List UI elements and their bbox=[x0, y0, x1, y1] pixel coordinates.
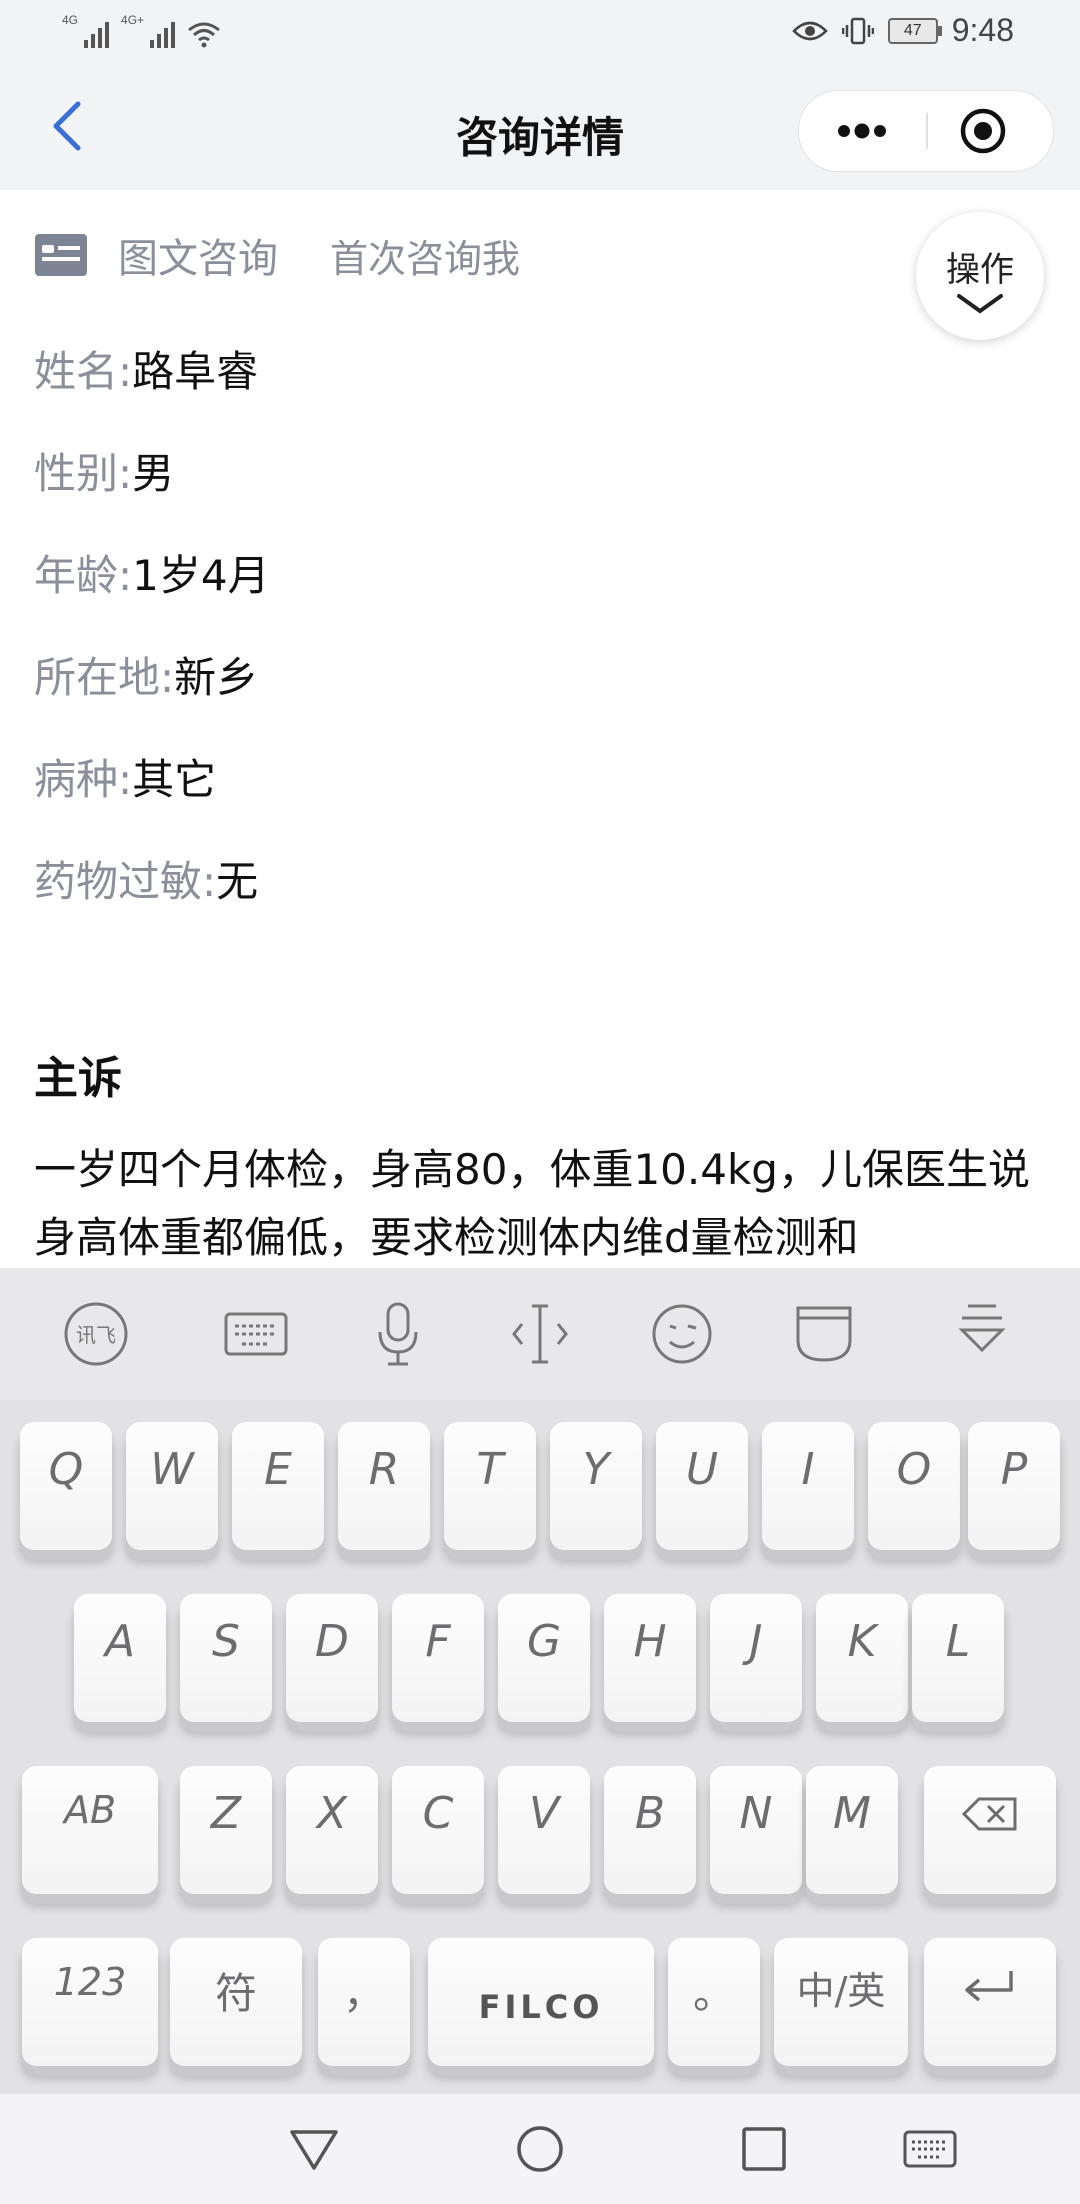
collapse-keyboard-icon[interactable] bbox=[948, 1300, 1016, 1368]
key-q[interactable]: Q bbox=[20, 1422, 112, 1550]
operation-label: 操作 bbox=[946, 249, 1014, 290]
signal-label-1: 4G bbox=[62, 13, 79, 27]
keyboard: Q W E R T Y U I O P A S D F G H J K L AB… bbox=[0, 1400, 1080, 2094]
svg-text:讯飞: 讯飞 bbox=[76, 1323, 116, 1347]
key-n[interactable]: N bbox=[710, 1766, 802, 1894]
key-s[interactable]: S bbox=[180, 1594, 272, 1722]
consult-tags: 图文咨询 首次咨询我 bbox=[34, 226, 520, 284]
age-value: 1岁4月 bbox=[132, 551, 270, 600]
key-k[interactable]: K bbox=[816, 1594, 908, 1722]
location-value: 新乡 bbox=[174, 653, 259, 702]
key-b[interactable]: B bbox=[604, 1766, 696, 1894]
disease-value: 其它 bbox=[132, 755, 217, 804]
status-bar: 4G 4G+ 47 9:48 bbox=[0, 0, 1080, 66]
complaint-text: 一岁四个月体检，身高80，体重10.4kg，儿保医生说身高体重都偏低，要求检测体… bbox=[34, 1145, 1030, 1262]
eye-icon bbox=[791, 21, 828, 40]
key-f[interactable]: F bbox=[392, 1594, 484, 1722]
key-backspace[interactable] bbox=[924, 1766, 1056, 1894]
key-shift-ab[interactable]: AB bbox=[22, 1766, 158, 1894]
key-symbols[interactable]: 符 bbox=[170, 1938, 302, 2066]
signal-indicators: 4G 4G+ bbox=[62, 14, 221, 48]
info-row-gender: 性别:男 bbox=[34, 440, 174, 501]
key-enter[interactable] bbox=[924, 1938, 1056, 2066]
battery-indicator: 47 bbox=[887, 17, 942, 44]
key-r[interactable]: R bbox=[338, 1422, 430, 1550]
key-c[interactable]: C bbox=[392, 1766, 484, 1894]
key-comma[interactable]: ， bbox=[318, 1938, 410, 2066]
nav-bar: 咨询详情 bbox=[0, 66, 1080, 190]
microphone-icon[interactable] bbox=[364, 1300, 432, 1368]
key-period[interactable]: 。 bbox=[668, 1938, 760, 2066]
status-right: 47 9:48 bbox=[791, 12, 1014, 49]
system-nav-bar bbox=[0, 2094, 1080, 2204]
key-language[interactable]: 中/英 bbox=[774, 1938, 908, 2066]
key-o[interactable]: O bbox=[868, 1422, 960, 1550]
key-v[interactable]: V bbox=[498, 1766, 590, 1894]
key-y[interactable]: Y bbox=[550, 1422, 642, 1550]
gender-key: 性别: bbox=[34, 449, 133, 498]
wifi-icon bbox=[188, 22, 220, 48]
signal-label-2: 4G+ bbox=[121, 13, 145, 27]
key-m[interactable]: M bbox=[806, 1766, 898, 1894]
name-key: 姓名: bbox=[34, 347, 133, 396]
key-w[interactable]: W bbox=[126, 1422, 218, 1550]
info-row-allergy: 药物过敏:无 bbox=[34, 848, 258, 909]
operation-button[interactable]: 操作 bbox=[916, 212, 1044, 340]
info-row-age: 年龄:1岁4月 bbox=[34, 542, 270, 603]
key-z[interactable]: Z bbox=[180, 1766, 272, 1894]
cursor-move-icon[interactable] bbox=[506, 1300, 574, 1368]
key-x[interactable]: X bbox=[286, 1766, 378, 1894]
complaint-title: 主诉 bbox=[34, 1053, 122, 1104]
key-a[interactable]: A bbox=[74, 1594, 166, 1722]
key-h[interactable]: H bbox=[604, 1594, 696, 1722]
gender-value: 男 bbox=[132, 449, 175, 498]
id-card-icon bbox=[35, 234, 87, 276]
allergy-value: 无 bbox=[216, 857, 259, 906]
info-row-location: 所在地:新乡 bbox=[34, 644, 258, 705]
backspace-icon bbox=[961, 1797, 1017, 1831]
key-p[interactable]: P bbox=[968, 1422, 1060, 1550]
key-g[interactable]: G bbox=[498, 1594, 590, 1722]
key-i[interactable]: I bbox=[762, 1422, 854, 1550]
consultation-detail: 图文咨询 首次咨询我 操作 姓名:路阜睿 性别:男 年龄:1岁4月 所在地:新乡… bbox=[0, 190, 1080, 1270]
info-row-disease: 病种:其它 bbox=[34, 746, 216, 807]
chevron-down-icon bbox=[957, 293, 1003, 313]
keyboard-toolbar: 讯飞 bbox=[0, 1268, 1080, 1400]
mini-program-capsule bbox=[798, 90, 1054, 172]
key-j[interactable]: J bbox=[710, 1594, 802, 1722]
key-t[interactable]: T bbox=[444, 1422, 536, 1550]
allergy-key: 药物过敏: bbox=[34, 857, 217, 906]
back-triangle-icon[interactable] bbox=[286, 2124, 342, 2174]
name-value: 路阜睿 bbox=[132, 347, 259, 396]
first-consult-tag: 首次咨询我 bbox=[330, 236, 521, 281]
location-key: 所在地: bbox=[34, 653, 175, 702]
info-row-name: 姓名:路阜睿 bbox=[34, 338, 258, 399]
keyboard-icon[interactable] bbox=[222, 1300, 290, 1368]
key-numbers[interactable]: 123 bbox=[22, 1938, 158, 2066]
signal-bars-2-icon bbox=[150, 18, 176, 48]
home-circle-icon[interactable] bbox=[512, 2124, 568, 2174]
key-e[interactable]: E bbox=[232, 1422, 324, 1550]
signal-bars-1-icon bbox=[84, 18, 110, 48]
enter-icon bbox=[965, 1971, 1013, 2002]
key-d[interactable]: D bbox=[286, 1594, 378, 1722]
recents-square-icon[interactable] bbox=[736, 2124, 792, 2174]
clock: 9:48 bbox=[951, 12, 1014, 48]
consult-type-tag: 图文咨询 bbox=[118, 236, 278, 282]
vibrate-icon bbox=[841, 17, 874, 44]
key-l[interactable]: L bbox=[912, 1594, 1004, 1722]
xunfei-logo-icon[interactable]: 讯飞 bbox=[62, 1300, 130, 1368]
keyboard-switch-icon[interactable] bbox=[902, 2124, 958, 2174]
key-u[interactable]: U bbox=[656, 1422, 748, 1550]
disease-key: 病种: bbox=[34, 755, 133, 804]
key-space[interactable]: FILCO bbox=[428, 1938, 654, 2066]
emoji-icon[interactable] bbox=[648, 1300, 716, 1368]
clipboard-icon[interactable] bbox=[790, 1300, 858, 1368]
target-circle-icon[interactable] bbox=[927, 91, 1053, 171]
age-key: 年龄: bbox=[34, 551, 133, 600]
more-dots-icon[interactable] bbox=[799, 91, 925, 171]
